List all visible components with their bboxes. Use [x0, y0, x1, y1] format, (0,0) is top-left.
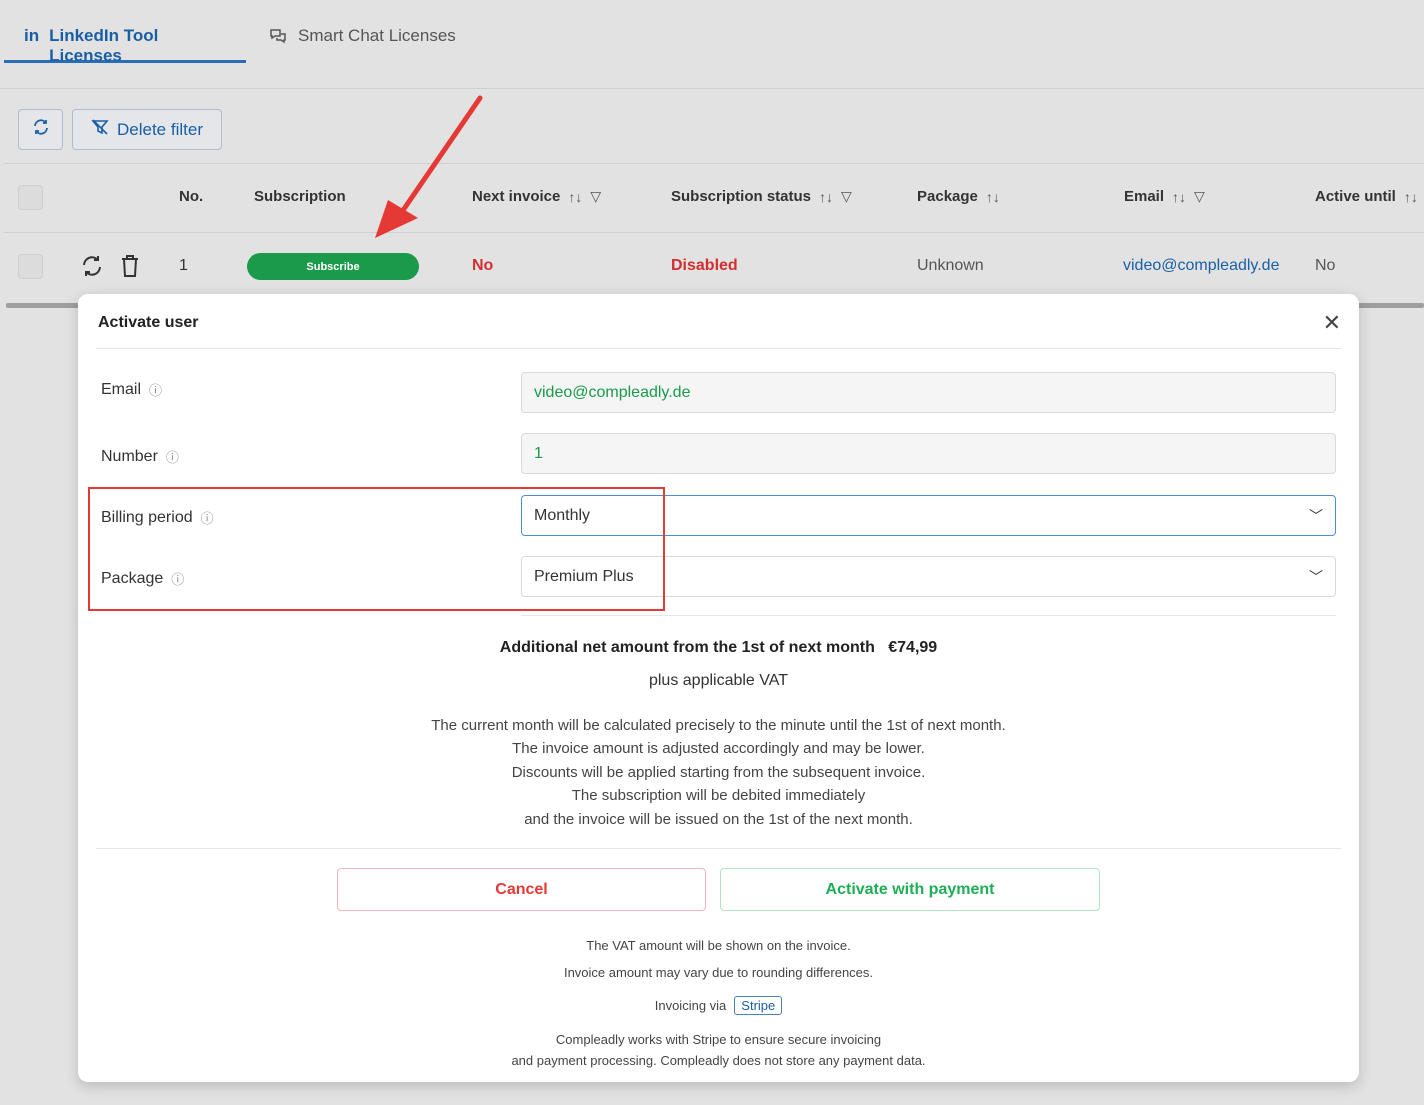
table-header-bottom-border	[4, 232, 1424, 233]
row-next-invoice: No	[472, 257, 494, 274]
select-all-checkbox[interactable]	[18, 185, 43, 210]
dialog-divider	[96, 348, 1341, 349]
dialog-title: Activate user	[98, 314, 199, 331]
subscribe-button[interactable]: Subscribe	[247, 253, 419, 280]
chat-icon	[268, 26, 288, 51]
annotation-highlight-box	[88, 487, 665, 611]
cancel-button[interactable]: Cancel	[337, 868, 706, 911]
footer-line-1: Compleadly works with Stripe to ensure s…	[555, 1032, 882, 1047]
row-refresh-icon[interactable]	[80, 254, 104, 283]
sort-icon[interactable]: ↑↓	[819, 189, 833, 205]
tab-label: Smart Chat Licenses	[298, 26, 456, 45]
vat-note: The VAT amount will be shown on the invo…	[586, 938, 851, 953]
table-header-top-border	[4, 163, 1424, 164]
row-package: Unknown	[917, 257, 984, 274]
info-icon[interactable]: ⓘ	[149, 380, 162, 399]
info-icon[interactable]: ⓘ	[166, 447, 179, 466]
linkedin-icon: in	[24, 26, 40, 45]
billing-info-text: The current month will be calculated pre…	[431, 717, 1006, 828]
email-field[interactable]: video@compleadly.de	[521, 372, 1336, 413]
header-subscription: Subscription	[254, 188, 346, 205]
header-email[interactable]: Email ↑↓ ▽	[1124, 188, 1205, 205]
chevron-down-icon: ﹀	[1309, 507, 1323, 524]
tab-linkedin-tool-licenses[interactable]: in LinkedIn Tool Licenses	[4, 22, 246, 65]
tab-label: LinkedIn Tool Licenses	[49, 26, 159, 65]
amount-value: €74,99	[888, 639, 938, 656]
refresh-button[interactable]	[18, 109, 63, 150]
number-label: Number ⓘ	[101, 447, 179, 466]
delete-filter-button[interactable]: Delete filter	[72, 109, 222, 150]
activate-with-payment-button[interactable]: Activate with payment	[720, 868, 1100, 911]
close-icon[interactable]: ✕	[1323, 310, 1341, 336]
row-status: Disabled	[671, 257, 738, 274]
row-active-until: No	[1315, 257, 1336, 274]
sort-icon[interactable]: ↑↓	[1404, 189, 1418, 205]
rounding-note: Invoice amount may vary due to rounding …	[563, 965, 874, 980]
stripe-badge[interactable]: Stripe	[734, 996, 783, 1015]
filter-off-icon	[91, 118, 109, 141]
annotation-arrow	[375, 95, 483, 238]
filter-icon[interactable]: ▽	[841, 188, 852, 205]
tab-smart-chat-licenses[interactable]: Smart Chat Licenses	[248, 22, 476, 63]
sort-icon[interactable]: ↑↓	[568, 189, 582, 205]
trash-icon[interactable]	[119, 254, 141, 283]
vat-text: plus applicable VAT	[648, 672, 789, 689]
dialog-divider	[521, 615, 1336, 616]
header-active-until[interactable]: Active until ↑↓	[1315, 188, 1418, 205]
sort-icon[interactable]: ↑↓	[1172, 189, 1186, 205]
email-label: Email ⓘ	[101, 380, 163, 399]
number-field[interactable]: 1	[521, 433, 1336, 474]
activate-user-dialog: Activate user ✕ Email ⓘ video@compleadly…	[78, 294, 1359, 1082]
filter-icon[interactable]: ▽	[1194, 188, 1205, 205]
row-email-link[interactable]: video@compleadly.de	[1123, 257, 1279, 275]
refresh-icon	[32, 118, 50, 141]
delete-filter-label: Delete filter	[117, 119, 203, 139]
dialog-divider	[96, 848, 1341, 849]
row-checkbox[interactable]	[18, 254, 43, 279]
amount-line: Additional net amount from the 1st of ne…	[499, 639, 938, 656]
invoicing-via: Invoicing via Stripe	[78, 996, 1359, 1015]
header-package[interactable]: Package ↑↓	[917, 188, 1000, 205]
tab-bar: in LinkedIn Tool Licenses Smart Chat Lic…	[0, 0, 1424, 89]
header-no: No.	[179, 188, 204, 205]
footer-line-2: and payment processing. Compleadly does …	[511, 1053, 926, 1068]
filter-icon[interactable]: ▽	[590, 188, 601, 205]
row-number: 1	[179, 257, 188, 274]
header-subscription-status[interactable]: Subscription status ↑↓ ▽	[671, 188, 852, 205]
sort-icon[interactable]: ↑↓	[986, 189, 1000, 205]
chevron-down-icon: ﹀	[1309, 568, 1323, 585]
